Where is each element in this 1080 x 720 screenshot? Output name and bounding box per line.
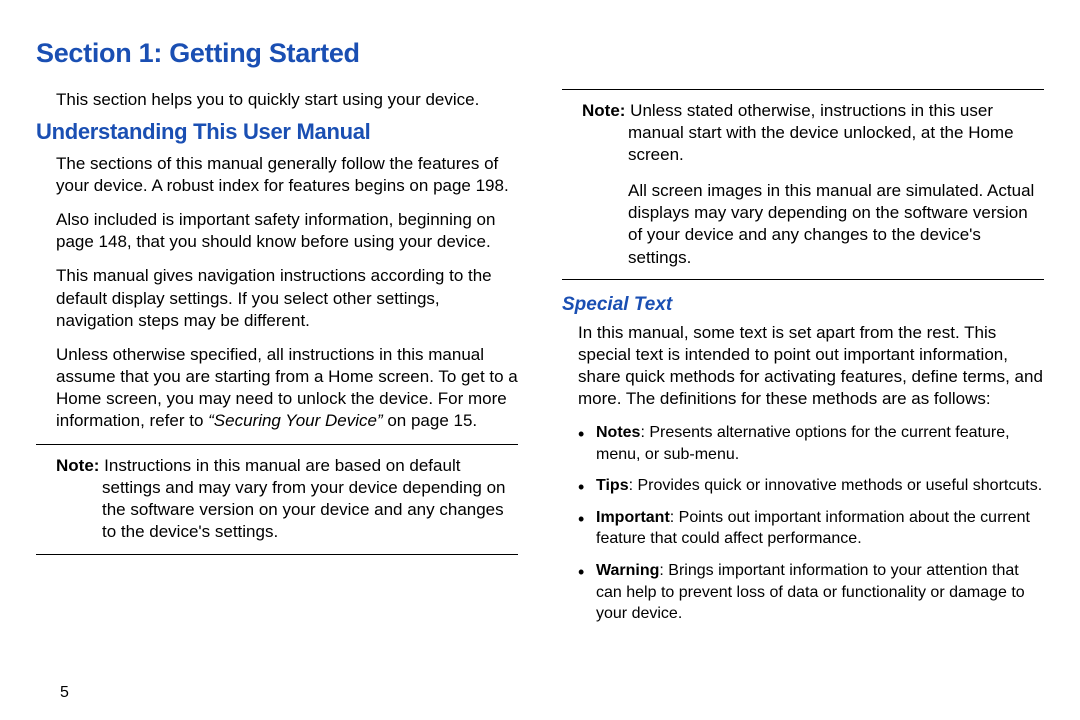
subheading-understanding: Understanding This User Manual — [36, 119, 518, 145]
note-text: Note: Instructions in this manual are ba… — [56, 455, 518, 543]
paragraph: The sections of this manual generally fo… — [56, 153, 518, 197]
note-text: Note: Unless stated otherwise, instructi… — [582, 100, 1044, 166]
right-column: Note: Unless stated otherwise, instructi… — [562, 89, 1044, 635]
note-box: Note: Instructions in this manual are ba… — [36, 444, 518, 554]
two-column-layout: This section helps you to quickly start … — [36, 89, 1044, 635]
note-body: Unless stated otherwise, instructions in… — [628, 101, 1014, 164]
paragraph: In this manual, some text is set apart f… — [578, 322, 1044, 410]
bullet-body: : Brings important information to your a… — [596, 562, 1025, 622]
bullet-label: Notes — [596, 424, 640, 441]
bullet-body: : Presents alternative options for the c… — [596, 424, 1010, 463]
subheading-special-text: Special Text — [562, 294, 1044, 316]
bullet-label: Important — [596, 509, 670, 526]
bullet-label: Tips — [596, 477, 629, 494]
section-title: Section 1: Getting Started — [36, 38, 1044, 69]
cross-reference: “Securing Your Device” — [208, 411, 383, 430]
note-box: Note: Unless stated otherwise, instructi… — [562, 89, 1044, 280]
note-body: Instructions in this manual are based on… — [102, 456, 506, 541]
left-column: This section helps you to quickly start … — [36, 89, 518, 635]
bullet-list: Notes: Presents alternative options for … — [578, 422, 1044, 625]
intro-text: This section helps you to quickly start … — [56, 89, 518, 111]
page-number: 5 — [60, 684, 69, 702]
bullet-label: Warning — [596, 562, 659, 579]
paragraph: Also included is important safety inform… — [56, 209, 518, 253]
list-item: Notes: Presents alternative options for … — [578, 422, 1044, 465]
paragraph: Unless otherwise specified, all instruct… — [56, 344, 518, 432]
list-item: Important: Points out important informat… — [578, 507, 1044, 550]
list-item: Tips: Provides quick or innovative metho… — [578, 475, 1044, 497]
note-extra-text: All screen images in this manual are sim… — [582, 180, 1044, 268]
paragraph: This manual gives navigation instruction… — [56, 265, 518, 331]
list-item: Warning: Brings important information to… — [578, 560, 1044, 625]
bullet-body: : Provides quick or innovative methods o… — [629, 477, 1043, 494]
note-label: Note: — [582, 101, 630, 120]
note-label: Note: — [56, 456, 104, 475]
paragraph-text: on page 15. — [383, 411, 478, 430]
